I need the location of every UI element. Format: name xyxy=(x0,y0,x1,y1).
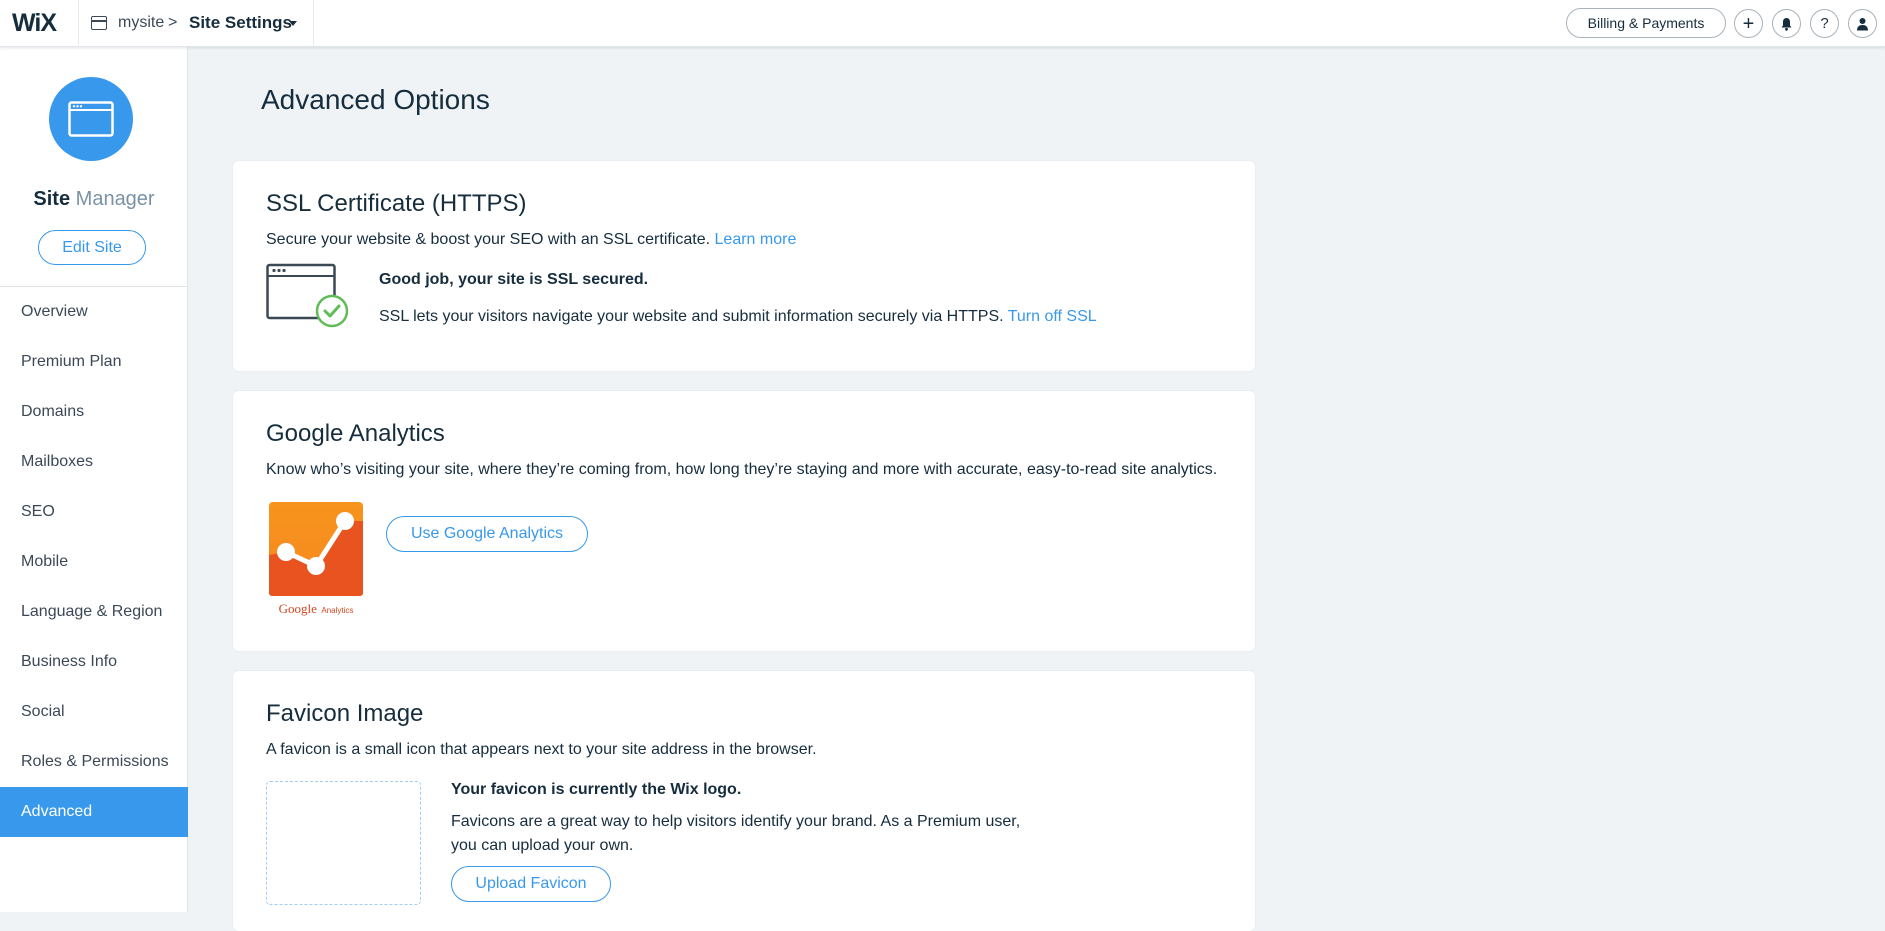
caret-down-icon[interactable] xyxy=(289,21,297,26)
bell-icon xyxy=(1781,17,1792,31)
top-bar: WiX mysite > Site Settings Billing & Pay… xyxy=(0,0,1885,47)
sidebar-item-social[interactable]: Social xyxy=(0,687,188,737)
site-manager-title-bold: Site xyxy=(33,188,71,210)
topbar-divider xyxy=(78,0,79,47)
ssl-description-text: Secure your website & boost your SEO wit… xyxy=(266,231,711,248)
google-analytics-title: Google Analytics xyxy=(266,420,445,447)
favicon-status: Your favicon is currently the Wix logo. xyxy=(451,781,742,798)
turn-off-ssl-link[interactable]: Turn off SSL xyxy=(1008,308,1097,325)
sidebar-item-business-info[interactable]: Business Info xyxy=(0,637,188,687)
site-manager-title-light: Manager xyxy=(75,188,155,210)
use-google-analytics-button[interactable]: Use Google Analytics xyxy=(386,516,588,552)
browser-window-icon xyxy=(68,101,114,137)
ssl-status: Good job, your site is SSL secured. xyxy=(379,271,649,288)
ssl-card: SSL Certificate (HTTPS) Secure your webs… xyxy=(233,161,1255,371)
topbar-divider xyxy=(313,0,314,47)
ssl-detail-text: SSL lets your visitors navigate your web… xyxy=(379,308,1004,325)
sidebar-item-advanced[interactable]: Advanced xyxy=(0,787,188,837)
analytics-chart-icon xyxy=(269,502,363,596)
site-manager-title: Site Manager xyxy=(0,188,188,211)
upload-favicon-button[interactable]: Upload Favicon xyxy=(451,866,611,902)
google-caption: Google xyxy=(278,601,317,616)
google-analytics-card: Google Analytics Know who’s visiting you… xyxy=(233,391,1255,651)
sidebar: Site Manager Edit Site Overview Premium … xyxy=(0,47,188,912)
sidebar-item-roles-permissions[interactable]: Roles & Permissions xyxy=(0,737,188,787)
user-icon xyxy=(1857,17,1868,30)
edit-site-button[interactable]: Edit Site xyxy=(38,230,146,265)
sidebar-item-mailboxes[interactable]: Mailboxes xyxy=(0,437,188,487)
sidebar-item-seo[interactable]: SEO xyxy=(0,487,188,537)
site-avatar xyxy=(49,77,133,161)
ssl-detail: SSL lets your visitors navigate your web… xyxy=(379,305,1097,329)
breadcrumb-current-section[interactable]: Site Settings xyxy=(189,13,292,33)
sidebar-nav: Overview Premium Plan Domains Mailboxes … xyxy=(0,287,188,837)
google-analytics-description: Know who’s visiting your site, where the… xyxy=(266,461,1218,478)
analytics-caption: Analytics xyxy=(321,606,354,615)
sidebar-item-mobile[interactable]: Mobile xyxy=(0,537,188,587)
sidebar-item-language-region[interactable]: Language & Region xyxy=(0,587,188,637)
ssl-secured-icon xyxy=(266,263,349,328)
sidebar-item-domains[interactable]: Domains xyxy=(0,387,188,437)
account-button[interactable] xyxy=(1848,9,1877,38)
breadcrumb-chevron-icon: > xyxy=(168,14,178,31)
help-button[interactable]: ? xyxy=(1810,9,1839,38)
favicon-description: A favicon is a small icon that appears n… xyxy=(266,741,817,758)
favicon-detail: Favicons are a great way to help visitor… xyxy=(451,813,1021,854)
favicon-title: Favicon Image xyxy=(266,700,424,727)
breadcrumb-site-name[interactable]: mysite xyxy=(118,14,164,32)
ssl-description: Secure your website & boost your SEO wit… xyxy=(266,231,796,249)
billing-payments-button[interactable]: Billing & Payments xyxy=(1566,8,1726,38)
page-title: Advanced Options xyxy=(261,84,490,115)
sidebar-item-premium-plan[interactable]: Premium Plan xyxy=(0,337,188,387)
add-button[interactable]: + xyxy=(1734,9,1763,38)
favicon-card: Favicon Image A favicon is a small icon … xyxy=(233,671,1255,931)
wix-logo[interactable]: WiX xyxy=(12,9,57,38)
notifications-button[interactable] xyxy=(1772,9,1801,38)
ssl-title: SSL Certificate (HTTPS) xyxy=(266,190,527,217)
learn-more-link[interactable]: Learn more xyxy=(715,231,797,248)
plus-icon: + xyxy=(1742,12,1755,35)
site-window-icon xyxy=(91,16,107,30)
question-icon: ? xyxy=(1820,15,1829,32)
sidebar-item-overview[interactable]: Overview xyxy=(0,287,188,337)
google-analytics-logo-caption: Google Analytics xyxy=(269,600,363,618)
google-analytics-logo: Google Analytics xyxy=(269,502,363,620)
favicon-preview-box xyxy=(266,781,421,905)
